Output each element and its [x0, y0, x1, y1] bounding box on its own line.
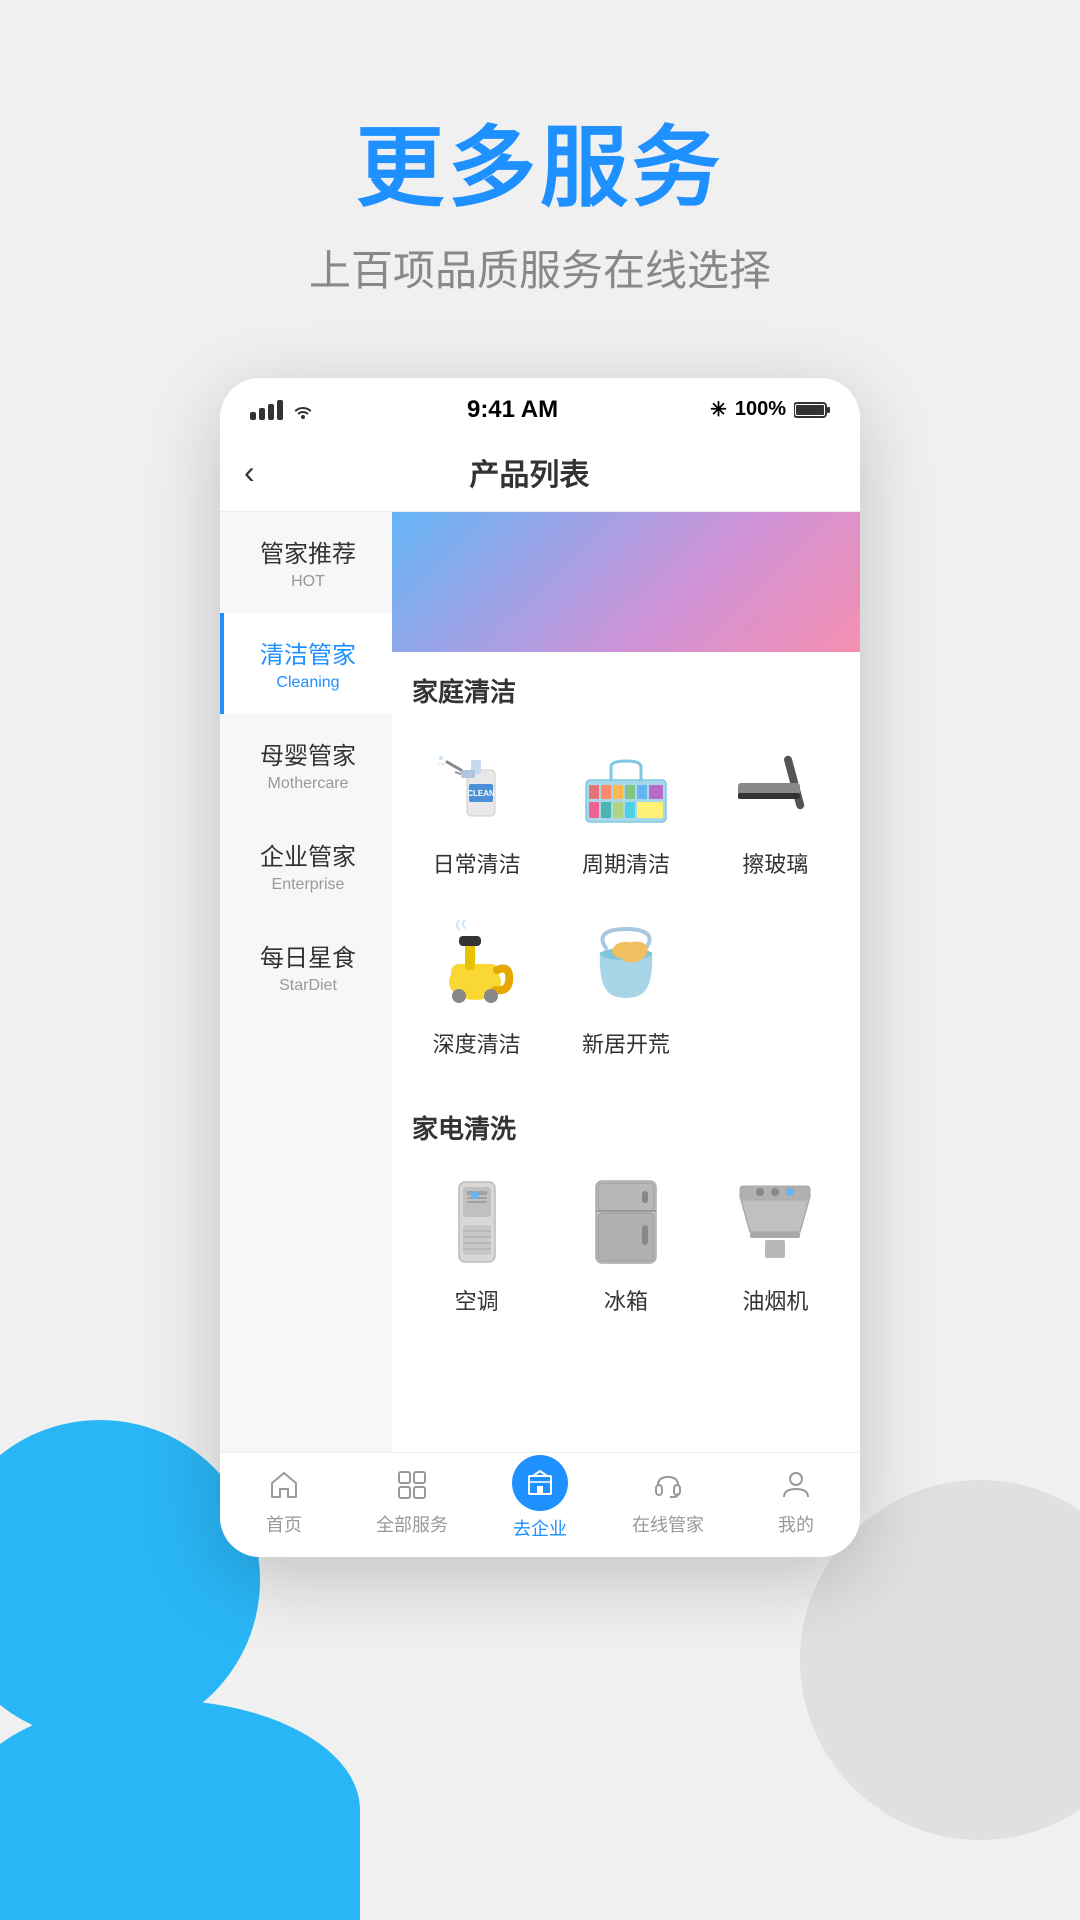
- sidebar-cn-1: 清洁管家: [236, 635, 380, 670]
- grid-item-toolbox[interactable]: 周期清洁: [551, 719, 700, 899]
- home-icon: [262, 1463, 306, 1507]
- sidebar-item-0[interactable]: 管家推荐 HOT: [220, 512, 392, 613]
- item-label-squeegee: 擦玻璃: [742, 847, 808, 879]
- phone-frame: 9:41 AM ✳ 100% ‹ 产品列表 管家推荐 HOT 清洁管家: [220, 378, 860, 1557]
- status-bar: 9:41 AM ✳ 100%: [220, 378, 860, 434]
- toolbox-icon: [576, 735, 676, 835]
- sidebar-item-1[interactable]: 清洁管家 Cleaning: [220, 613, 392, 714]
- battery-percent: 100%: [735, 398, 786, 421]
- sidebar-en-2: Mothercare: [236, 775, 380, 793]
- tab-home[interactable]: 首页: [220, 1463, 348, 1541]
- steam-cleaner-icon: [427, 915, 527, 1015]
- sidebar-cn-4: 每日星食: [236, 938, 380, 973]
- bluetooth-icon: ✳: [710, 397, 727, 422]
- sidebar: 管家推荐 HOT 清洁管家 Cleaning 母婴管家 Mothercare 企…: [220, 512, 392, 1452]
- spray-icon: CLEAN: [427, 735, 527, 835]
- tab-enterprise-label: 去企业: [513, 1515, 567, 1541]
- bg-decoration-bottom: [0, 1700, 360, 1920]
- tab-my[interactable]: 我的: [732, 1463, 860, 1541]
- headset-icon: [646, 1463, 690, 1507]
- tab-manager-label: 在线管家: [632, 1511, 704, 1537]
- sidebar-item-2[interactable]: 母婴管家 Mothercare: [220, 714, 392, 815]
- sidebar-en-0: HOT: [236, 573, 380, 591]
- tab-my-label: 我的: [778, 1511, 814, 1537]
- section-1-grid: 空调: [392, 1156, 860, 1346]
- tab-all-services[interactable]: 全部服务: [348, 1463, 476, 1541]
- user-icon: [774, 1463, 818, 1507]
- grid-item-spray[interactable]: CLEAN 日常清洁: [402, 719, 551, 899]
- item-label-ac: 空调: [455, 1284, 499, 1316]
- item-label-range-hood: 油烟机: [742, 1284, 808, 1316]
- status-time: 9:41 AM: [467, 396, 558, 424]
- grid-icon: [390, 1463, 434, 1507]
- section-title-1: 家电清洗: [392, 1089, 860, 1156]
- sub-title: 上百项品质服务在线选择: [0, 237, 1080, 298]
- sidebar-cn-2: 母婴管家: [236, 736, 380, 771]
- battery-icon: [794, 401, 830, 419]
- tab-home-label: 首页: [266, 1511, 302, 1537]
- signal-bars: [250, 400, 283, 420]
- grid-item-fridge[interactable]: 冰箱: [551, 1156, 700, 1336]
- item-label-toolbox: 周期清洁: [582, 847, 670, 879]
- grid-item-range-hood[interactable]: 油烟机: [701, 1156, 850, 1336]
- nav-bar: ‹ 产品列表: [220, 434, 860, 512]
- content-area: 管家推荐 HOT 清洁管家 Cleaning 母婴管家 Mothercare 企…: [220, 512, 860, 1452]
- sidebar-en-1: Cleaning: [236, 674, 380, 692]
- main-content: 家庭清洁 CLEAN: [392, 512, 860, 1452]
- svg-text:CLEAN: CLEAN: [467, 789, 495, 798]
- status-right: ✳ 100%: [710, 397, 830, 422]
- main-title: 更多服务: [0, 120, 1080, 217]
- nav-title: 产品列表: [267, 450, 792, 494]
- ac-icon: [427, 1172, 527, 1272]
- item-label-fridge: 冰箱: [604, 1284, 648, 1316]
- grid-item-ac[interactable]: 空调: [402, 1156, 551, 1336]
- grid-item-bucket[interactable]: 新居开荒: [551, 899, 700, 1079]
- building-icon: [512, 1455, 568, 1511]
- sidebar-cn-3: 企业管家: [236, 837, 380, 872]
- fridge-icon: [576, 1172, 676, 1272]
- signal-area: [250, 400, 315, 420]
- back-button[interactable]: ‹: [244, 450, 267, 495]
- grid-item-steam[interactable]: 深度清洁: [402, 899, 551, 1079]
- sidebar-en-3: Enterprise: [236, 876, 380, 894]
- item-label-bucket: 新居开荒: [582, 1027, 670, 1059]
- tab-enterprise[interactable]: 去企业: [476, 1463, 604, 1541]
- tab-manager[interactable]: 在线管家: [604, 1463, 732, 1541]
- tab-all-services-label: 全部服务: [376, 1511, 448, 1537]
- item-label-spray: 日常清洁: [433, 847, 521, 879]
- section-0-grid: CLEAN 日常清洁: [392, 719, 860, 1089]
- sidebar-item-3[interactable]: 企业管家 Enterprise: [220, 815, 392, 916]
- grid-item-squeegee[interactable]: 擦玻璃: [701, 719, 850, 899]
- page-header: 更多服务 上百项品质服务在线选择: [0, 0, 1080, 378]
- sidebar-en-4: StarDiet: [236, 977, 380, 995]
- bucket-icon: [576, 915, 676, 1015]
- section-title-0: 家庭清洁: [392, 652, 860, 719]
- squeegee-icon: [725, 735, 825, 835]
- banner: [392, 512, 860, 652]
- item-label-steam: 深度清洁: [433, 1027, 521, 1059]
- sidebar-item-4[interactable]: 每日星食 StarDiet: [220, 916, 392, 1017]
- tab-bar: 首页 全部服务: [220, 1452, 860, 1557]
- wifi-icon: [291, 401, 315, 419]
- sidebar-cn-0: 管家推荐: [236, 534, 380, 569]
- range-hood-icon: [725, 1172, 825, 1272]
